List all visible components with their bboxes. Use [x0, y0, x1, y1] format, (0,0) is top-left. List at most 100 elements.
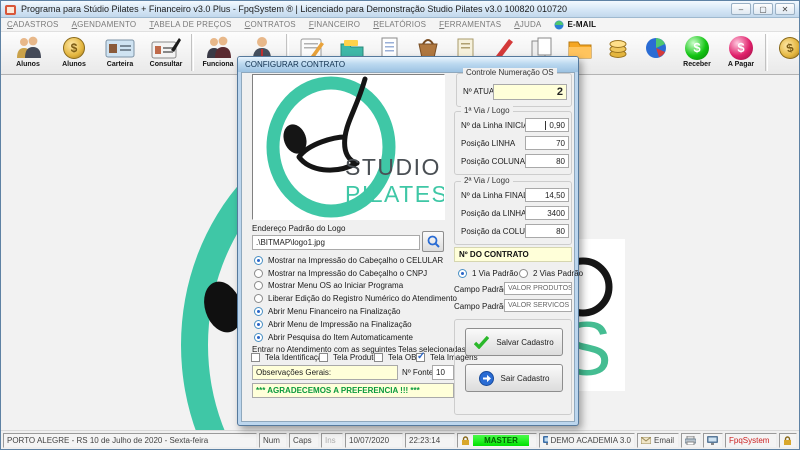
menu-financeiro[interactable]: FINANCEIRO — [309, 20, 360, 29]
printer-icon — [685, 435, 696, 445]
radio-1-via-padrao[interactable]: 1 Via Padrão — [458, 269, 518, 278]
fonte-label: Nº Fonte — [402, 368, 434, 377]
toolbar-partial-button[interactable] — [599, 34, 637, 61]
toolbar-carteira-button[interactable]: Carteira — [97, 34, 143, 68]
checkbox-tela-identificacao[interactable]: Tela Identificação — [251, 353, 327, 362]
menu-bar: CADASTROS AGENDAMENTO TABELA DE PREÇOS C… — [1, 18, 799, 32]
status-caps: Caps — [289, 432, 319, 448]
dialog-title: CONFIGURAR CONTRATO — [245, 60, 346, 69]
exit-arrow-icon — [478, 370, 494, 386]
option-liberar-edicao[interactable]: Liberar Edição do Registro Numérico do A… — [254, 294, 457, 303]
logo-preview: STUDIO PILATES — [252, 74, 447, 220]
fonte-input[interactable]: 10 — [432, 365, 454, 380]
via2-group: 2ª Via / Logo Nº da Linha FINAL 14,50 Po… — [454, 176, 572, 245]
toolbar-alunos-button[interactable]: Alunos — [5, 34, 51, 68]
option-mostrar-celular[interactable]: Mostrar na Impressão do Cabeçalho o CELU… — [254, 256, 443, 265]
status-location: PORTO ALEGRE - RS 10 de Julho de 2020 - … — [3, 432, 257, 448]
radio-icon — [458, 269, 467, 278]
radio-icon — [254, 320, 263, 329]
toolbar-alunos-financeiro-button[interactable]: Alunos — [51, 34, 97, 68]
radio-icon — [254, 269, 263, 278]
logo-text-pilates: PILATES — [345, 181, 444, 207]
close-button[interactable] — [775, 3, 795, 15]
window-titlebar: Programa para Stúdio Pilates + Financeir… — [1, 1, 799, 18]
toolbar-separator — [765, 34, 768, 71]
campo-padrao-label: Campo Padrão — [454, 302, 508, 311]
option-mostrar-cnpj[interactable]: Mostrar na Impressão do Cabeçalho o CNPJ — [254, 269, 427, 278]
menu-contratos[interactable]: CONTRATOS — [245, 20, 296, 29]
menu-tabela-de-precos[interactable]: TABELA DE PREÇOS — [149, 20, 231, 29]
posicao-da-coluna-input[interactable]: 80 — [525, 224, 569, 238]
status-lock — [779, 432, 797, 448]
radio-icon — [254, 294, 263, 303]
text-caret — [545, 120, 547, 130]
salvar-cadastro-button[interactable]: Salvar Cadastro — [465, 328, 563, 356]
menu-agendamento[interactable]: AGENDAMENTO — [72, 20, 137, 29]
checkbox-tela-obs[interactable]: Tela OBS — [374, 353, 422, 362]
app-icon — [5, 3, 17, 15]
numero-atual-input[interactable]: 2 — [493, 84, 567, 100]
linha-final-input[interactable]: 14,50 — [525, 188, 569, 202]
option-menu-impressao[interactable]: Abrir Menu de Impressão na Finalização — [254, 320, 412, 329]
watermark-logo-left-arc — [173, 141, 237, 449]
id-card-icon — [105, 34, 135, 61]
observacoes-field[interactable]: Observações Gerais: — [252, 365, 398, 380]
campo-padrao-2-input[interactable]: VALOR SERVICOS — [504, 299, 572, 312]
monitor-icon — [707, 435, 718, 445]
toolbar-funcionarios-button[interactable]: Funciona — [196, 34, 240, 68]
globe-icon — [644, 34, 668, 61]
students-icon — [14, 34, 42, 61]
toolbar-consultar-button[interactable]: Consultar — [143, 34, 189, 68]
status-printer[interactable] — [681, 432, 701, 448]
radio-icon — [254, 281, 263, 290]
menu-cadastros[interactable]: CADASTROS — [7, 20, 59, 29]
via1-group: 1ª Via / Logo Nº da Linha INICIAL 0,90 P… — [454, 106, 572, 175]
checkbox-tela-produtos[interactable]: Tela Produtos — [319, 353, 382, 362]
option-pesquisa-item[interactable]: Abrir Pesquisa do Item Automaticamente — [254, 333, 413, 342]
mensagem-field[interactable]: *** AGRADECEMOS A PREFERENCIA !!! *** — [252, 383, 454, 398]
app-window: Programa para Stúdio Pilates + Financeir… — [0, 0, 800, 450]
status-email[interactable]: Email — [637, 432, 679, 448]
menu-ajuda[interactable]: AJUDA — [514, 20, 541, 29]
checkbox-icon — [416, 351, 425, 362]
card-pen-icon — [151, 34, 181, 61]
maximize-button[interactable] — [753, 3, 773, 15]
posicao-coluna-input[interactable]: 80 — [525, 154, 569, 168]
toolbar-apagar-button[interactable]: A Pagar — [719, 34, 763, 68]
logo-text-studio: STUDIO — [345, 154, 441, 180]
campo-padrao-1-input[interactable]: VALOR PRODUTOS — [504, 282, 572, 295]
coins-stack-icon — [607, 34, 629, 61]
status-company: DEMO ACADEMIA 3.0 — [539, 432, 635, 448]
menu-ferramentas[interactable]: FERRAMENTAS — [439, 20, 501, 29]
linha-inicial-input[interactable]: 0,90 — [525, 118, 569, 132]
employees-icon — [204, 34, 232, 61]
posicao-da-linha-input[interactable]: 3400 — [525, 206, 569, 220]
radio-icon — [254, 333, 263, 342]
option-menu-os[interactable]: Mostrar Menu OS ao Iniciar Programa — [254, 281, 403, 290]
toolbar-partial-button[interactable] — [637, 34, 675, 61]
menu-email[interactable]: E-MAIL — [554, 20, 596, 30]
sair-cadastro-button[interactable]: Sair Cadastro — [465, 364, 563, 392]
toolbar-receber-button[interactable]: Receber — [675, 34, 719, 68]
toolbar-moeda-button[interactable] — [770, 34, 799, 61]
email-icon — [554, 20, 564, 29]
status-user: MASTER — [457, 432, 537, 448]
computer-icon — [543, 435, 548, 445]
coin-icon — [63, 34, 85, 61]
receive-money-icon — [685, 34, 709, 61]
status-monitor[interactable] — [703, 432, 723, 448]
logo-path-label: Endereço Padrão do Logo — [252, 224, 346, 233]
radio-2-vias-padrao[interactable]: 2 Vias Padrão — [519, 269, 583, 278]
browse-logo-button[interactable] — [422, 231, 444, 252]
option-menu-financeiro[interactable]: Abrir Menu Financeiro na Finalização — [254, 307, 401, 316]
checkbox-icon — [319, 353, 328, 362]
window-title: Programa para Stúdio Pilates + Financeir… — [21, 4, 568, 14]
logo-path-input[interactable]: .\BITMAP\logo1.jpg — [252, 235, 420, 250]
checkbox-icon — [374, 353, 383, 362]
posicao-linha-input[interactable]: 70 — [525, 136, 569, 150]
status-brand: FpqSystem — [725, 432, 777, 448]
minimize-button[interactable] — [731, 3, 751, 15]
checkbox-icon — [251, 353, 260, 362]
lock-icon — [784, 435, 791, 445]
menu-relatorios[interactable]: RELATÓRIOS — [373, 20, 426, 29]
